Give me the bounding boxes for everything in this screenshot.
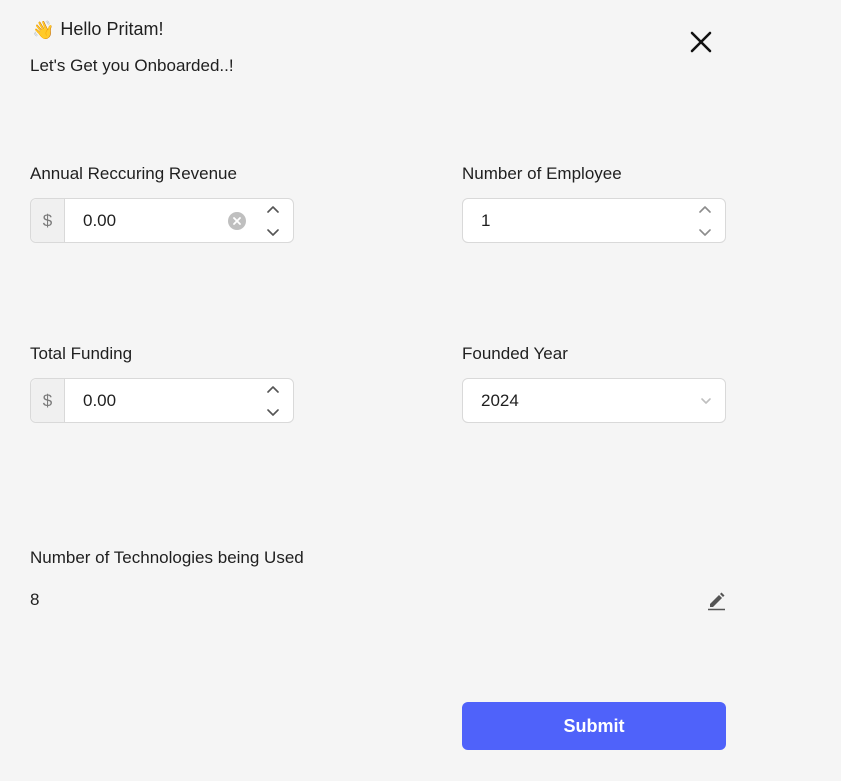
chevron-up-icon[interactable] <box>267 385 279 393</box>
submit-button[interactable]: Submit <box>462 702 726 750</box>
chevron-down-icon[interactable] <box>267 228 279 237</box>
funding-stepper[interactable] <box>266 385 280 417</box>
employees-input[interactable]: 1 <box>462 198 726 243</box>
funding-label: Total Funding <box>30 344 133 363</box>
pencil-icon <box>708 592 725 611</box>
greeting: 👋 Hello Pritam! <box>32 19 163 40</box>
funding-value[interactable]: 0.00 <box>65 391 266 411</box>
clear-icon[interactable] <box>228 211 246 230</box>
page-subtitle: Let's Get you Onboarded..! <box>30 56 234 75</box>
arr-label: Annual Reccuring Revenue <box>30 164 237 183</box>
currency-prefix: $ <box>31 199 65 242</box>
close-button[interactable] <box>688 29 714 55</box>
greeting-text: Hello Pritam! <box>60 19 164 39</box>
chevron-down-icon[interactable] <box>699 228 711 237</box>
chevron-down-icon[interactable] <box>267 408 279 417</box>
chevron-down-icon[interactable] <box>700 397 712 405</box>
arr-input[interactable]: $ 0.00 <box>30 198 294 243</box>
funding-input[interactable]: $ 0.00 <box>30 378 294 423</box>
founded-year-select[interactable]: 2024 <box>462 378 726 423</box>
close-icon <box>690 31 712 53</box>
technologies-value: 8 <box>30 590 40 609</box>
employees-stepper[interactable] <box>698 205 712 237</box>
currency-prefix: $ <box>31 379 65 422</box>
technologies-label: Number of Technologies being Used <box>30 548 304 567</box>
arr-value[interactable]: 0.00 <box>65 211 228 231</box>
founded-label: Founded Year <box>462 344 568 363</box>
chevron-up-icon[interactable] <box>699 205 711 213</box>
waving-hand-icon: 👋 <box>32 19 55 40</box>
founded-year-value[interactable]: 2024 <box>463 391 700 411</box>
onboarding-form: 👋 Hello Pritam! Let's Get you Onboarded.… <box>0 0 841 781</box>
employees-value[interactable]: 1 <box>463 211 698 231</box>
arr-stepper[interactable] <box>266 205 280 237</box>
chevron-up-icon[interactable] <box>267 205 279 213</box>
edit-technologies-button[interactable] <box>705 589 727 611</box>
employees-label: Number of Employee <box>462 164 622 183</box>
